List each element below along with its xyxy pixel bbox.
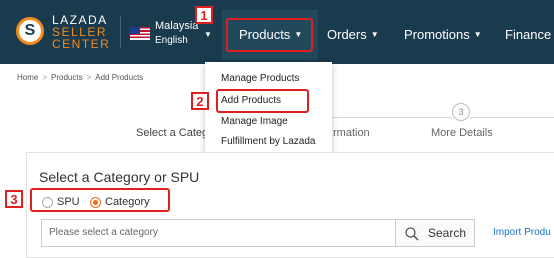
callout-1-badge: 1 <box>195 6 213 24</box>
step-1-label: Select a Catego <box>136 127 215 139</box>
callout-2-highlight <box>216 89 309 113</box>
menu-item-manage-image[interactable]: Manage Image <box>221 116 288 128</box>
logo-line-3: CENTER <box>52 37 111 51</box>
search-button[interactable]: Search <box>395 219 475 247</box>
panel-title: Select a Category or SPU <box>39 169 200 185</box>
callout-3-badge: 3 <box>5 190 23 208</box>
search-button-label: Search <box>428 226 467 240</box>
breadcrumb: Home > Products > Add Products <box>17 73 144 82</box>
callout-2-badge: 2 <box>191 92 209 110</box>
chevron-down-icon[interactable]: ▼ <box>204 30 212 39</box>
logo-letter: S <box>24 22 36 39</box>
breadcrumb-products[interactable]: Products <box>51 73 83 82</box>
breadcrumb-home[interactable]: Home <box>17 73 38 82</box>
malaysia-flag-icon[interactable] <box>130 27 150 40</box>
step-3-indicator: 3 <box>452 103 470 121</box>
step-3-label: More Details <box>431 127 493 139</box>
nav-finance[interactable]: Finance <box>505 27 551 42</box>
language-selector-label[interactable]: English <box>155 35 188 47</box>
nav-promotions[interactable]: Promotions ▼ <box>404 27 482 42</box>
menu-item-fulfillment-by-lazada[interactable]: Fulfillment by Lazada <box>221 136 316 148</box>
lazada-logo-icon[interactable]: S <box>16 17 44 45</box>
callout-1-highlight <box>226 18 313 52</box>
menu-item-manage-products[interactable]: Manage Products <box>221 73 299 85</box>
category-search-input[interactable]: Please select a category <box>41 219 395 247</box>
header-divider <box>120 16 121 48</box>
nav-finance-label: Finance <box>505 27 552 42</box>
breadcrumb-add-products: Add Products <box>95 73 144 82</box>
nav-orders-label: Orders <box>327 27 367 42</box>
callout-3-highlight <box>30 188 170 212</box>
country-selector-label[interactable]: Malaysia <box>155 20 198 33</box>
chevron-down-icon: ▼ <box>473 30 482 39</box>
logo-wordmark[interactable]: LAZADA SELLER CENTER <box>52 14 114 50</box>
nav-promotions-label: Promotions <box>404 27 470 42</box>
step-connector-end <box>470 117 554 118</box>
search-icon <box>405 227 419 241</box>
nav-orders[interactable]: Orders ▼ <box>327 27 379 42</box>
import-products-link[interactable]: Import Produ <box>493 227 551 238</box>
chevron-down-icon: ▼ <box>370 30 379 39</box>
step-2-label: rmation <box>333 127 370 139</box>
